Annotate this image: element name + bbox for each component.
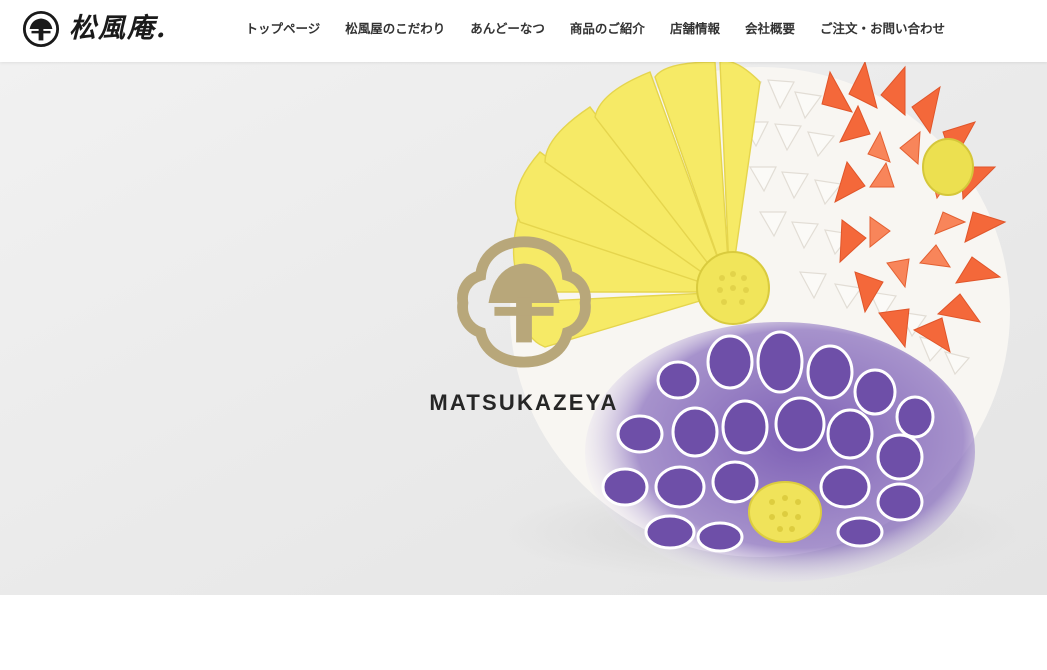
nav-item-contact[interactable]: ご注文・お問い合わせ <box>807 0 957 58</box>
main-nav: トップページ 松風屋のこだわり あんどーなつ 商品のご紹介 店舗情報 会社概要 … <box>233 0 957 58</box>
nav-item-products[interactable]: 商品のご紹介 <box>557 0 657 58</box>
nav-item-store-info[interactable]: 店舗情報 <box>657 0 732 58</box>
site-header: 松風庵. トップページ 松風屋のこだわり あんどーなつ 商品のご紹介 店舗情報 … <box>0 0 1047 62</box>
logo-text: 松風庵. <box>69 13 168 44</box>
nav-item-top[interactable]: トップページ <box>233 0 333 58</box>
hero-brand-logo: MATSUKAZEYA <box>419 232 629 416</box>
matsukaze-crest-icon <box>22 10 60 48</box>
nav-item-commitment[interactable]: 松風屋のこだわり <box>333 0 458 58</box>
site-logo[interactable]: 松風庵. <box>22 9 167 49</box>
content-area <box>0 595 1047 670</box>
nav-item-company[interactable]: 会社概要 <box>732 0 807 58</box>
matsukaze-crest-icon <box>457 236 591 368</box>
hero-brand-name: MATSUKAZEYA <box>429 390 619 415</box>
nav-item-an-donut[interactable]: あんどーなつ <box>458 0 558 58</box>
hero-banner: MATSUKAZEYA <box>0 62 1047 595</box>
